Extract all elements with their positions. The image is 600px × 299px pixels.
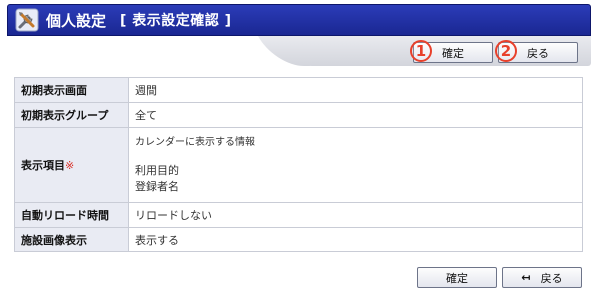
tools-icon bbox=[15, 8, 39, 32]
row-value: 表示する bbox=[128, 227, 583, 252]
confirm-button-label: 確定 bbox=[442, 46, 464, 60]
table-row: 初期表示グループ 全て bbox=[14, 102, 583, 128]
required-mark: ※ bbox=[65, 159, 75, 172]
table-row: 施設画像表示 表示する bbox=[14, 227, 583, 252]
display-item: 登録者名 bbox=[135, 180, 179, 193]
back-button-label: 戻る bbox=[527, 46, 549, 60]
table-row: 自動リロード時間 リロードしない bbox=[14, 202, 583, 228]
row-label: 自動リロード時間 bbox=[14, 202, 129, 228]
table-row: 初期表示画面 週間 bbox=[14, 77, 583, 103]
page-subtitle: [ 表示設定確認 ] bbox=[120, 13, 232, 29]
row-label: 初期表示グループ bbox=[14, 102, 129, 128]
page-header: 個人設定 [ 表示設定確認 ] bbox=[7, 4, 591, 36]
row-label: 表示項目※ bbox=[14, 127, 129, 203]
row-label-text: 表示項目 bbox=[21, 159, 65, 172]
confirm-button-label: 確定 bbox=[446, 271, 468, 285]
row-value: 週間 bbox=[128, 77, 583, 103]
row-value: リロードしない bbox=[128, 202, 583, 228]
step-badge-2: 2 bbox=[495, 40, 517, 62]
page-title: 個人設定 bbox=[46, 11, 107, 30]
back-arrow-icon: ↤ bbox=[521, 271, 531, 284]
row-label: 施設画像表示 bbox=[14, 227, 129, 252]
back-button-bottom[interactable]: ↤ 戻る bbox=[502, 267, 582, 288]
row-value: 全て bbox=[128, 102, 583, 128]
confirm-button-bottom[interactable]: 確定 bbox=[417, 267, 497, 288]
table-row: 表示項目※ カレンダーに表示する情報 利用目的 登録者名 bbox=[14, 127, 583, 203]
display-items-note: カレンダーに表示する情報 bbox=[135, 137, 255, 148]
settings-table: 初期表示画面 週間 初期表示グループ 全て 表示項目※ カレンダーに表示する情報… bbox=[14, 77, 583, 252]
row-label: 初期表示画面 bbox=[14, 77, 129, 103]
row-value: カレンダーに表示する情報 利用目的 登録者名 bbox=[128, 127, 583, 203]
back-button-label: 戻る bbox=[540, 271, 563, 285]
display-item: 利用目的 bbox=[135, 164, 179, 177]
step-badge-1: 1 bbox=[410, 40, 432, 62]
